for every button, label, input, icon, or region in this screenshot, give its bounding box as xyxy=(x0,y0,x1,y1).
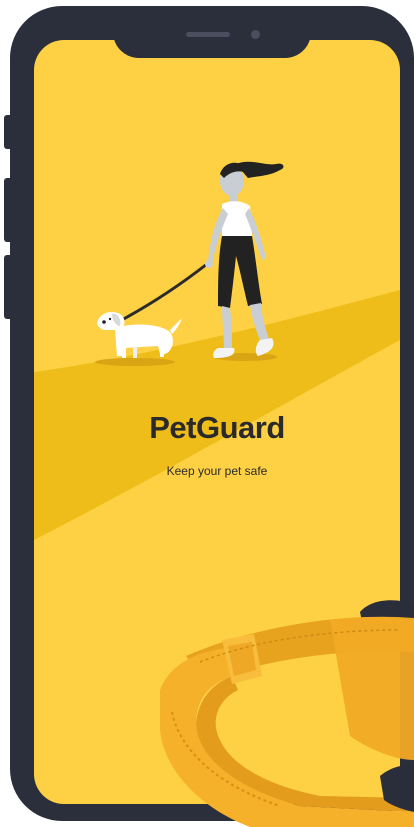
collar-image xyxy=(160,600,414,827)
